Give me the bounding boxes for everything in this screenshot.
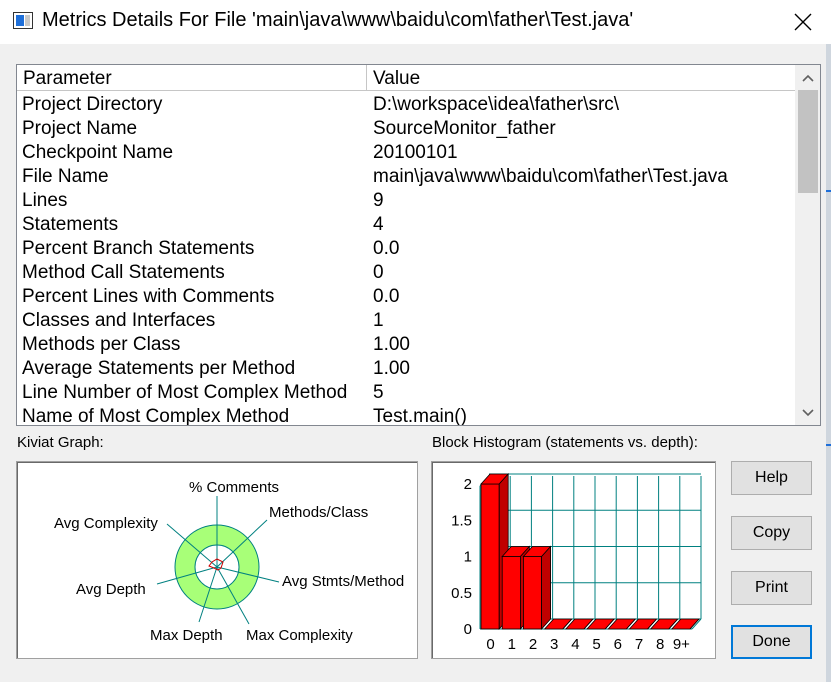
value-cell: 1.00: [373, 358, 410, 379]
value-cell: 0.0: [373, 286, 400, 307]
parameter-cell: File Name: [22, 166, 109, 187]
kiviat-axis-label-avg-complexity: Avg Complexity: [54, 515, 158, 532]
parameter-cell: Methods per Class: [22, 334, 181, 355]
histogram-chart: 00.511.520 1 2 3 4 5 6 7 8 9+: [451, 472, 702, 653]
y-tick-label: 1.5: [451, 512, 472, 529]
histogram-panel: 0 0.5 1 1.5 2 0 1 2 3 4 5 6 7 8 9+: [431, 461, 716, 659]
value-cell: Test.main(): [373, 406, 467, 426]
parameter-cell: Checkpoint Name: [22, 142, 174, 163]
metrics-table[interactable]: Parameter Value Project Directory D:\work…: [16, 64, 821, 426]
copy-button[interactable]: Copy: [731, 516, 812, 550]
table-row[interactable]: Methods per Class 1.00: [17, 333, 795, 357]
kiviat-graph: % Comments Methods/Class Avg Stmts/Metho…: [54, 479, 404, 644]
parameter-cell: Project Name: [22, 118, 138, 139]
table-row[interactable]: Statements 4: [17, 213, 795, 237]
y-tick-label: 0: [464, 621, 472, 638]
kiviat-axis-label-avg-stmts: Avg Stmts/Method: [282, 573, 404, 590]
value-cell: 0.0: [373, 238, 400, 259]
table-row[interactable]: Classes and Interfaces 1: [17, 309, 795, 333]
window-edge: [826, 44, 831, 682]
parameter-cell: Classes and Interfaces: [22, 310, 216, 331]
y-tick-label: 2: [464, 476, 472, 493]
close-icon: [794, 13, 812, 31]
kiviat-axis-label-max-depth: Max Depth: [150, 627, 223, 644]
kiviat-axis-label-max-complexity: Max Complexity: [246, 627, 353, 644]
x-tick-label: 9+: [673, 636, 690, 653]
value-cell: main\java\www\baidu\com\father\Test.java: [373, 166, 728, 187]
y-tick-label: 1: [464, 549, 472, 566]
parameter-cell: Lines: [22, 190, 68, 211]
kiviat-label: Kiviat Graph:: [17, 434, 104, 451]
x-tick-label: 4: [571, 636, 579, 653]
window-title: Metrics Details For File 'main\java\www\…: [42, 9, 634, 31]
table-row[interactable]: Percent Branch Statements 0.0: [17, 237, 795, 261]
x-tick-label: 0: [486, 636, 494, 653]
x-tick-label: 8: [656, 636, 664, 653]
value-cell: D:\workspace\idea\father\src\: [373, 94, 620, 115]
table-row[interactable]: Average Statements per Method 1.00: [17, 357, 795, 381]
x-tick-label: 1: [508, 636, 516, 653]
chevron-down-icon: [801, 408, 814, 416]
parameter-cell: Percent Branch Statements: [22, 238, 255, 259]
kiviat-axis-label-avg-depth: Avg Depth: [76, 581, 146, 598]
parameter-cell: Statements: [22, 214, 119, 235]
value-cell: 4: [373, 214, 384, 235]
column-header-value[interactable]: Value: [367, 65, 795, 90]
table-row[interactable]: Lines 9: [17, 189, 795, 213]
table-row[interactable]: Name of Most Complex Method Test.main(): [17, 405, 795, 426]
parameter-cell: Line Number of Most Complex Method: [22, 382, 348, 403]
histogram-bar: [522, 545, 552, 631]
kiviat-graph-panel: % Comments Methods/Class Avg Stmts/Metho…: [16, 461, 418, 659]
x-tick-label: 2: [529, 636, 537, 653]
parameter-cell: Name of Most Complex Method: [22, 406, 290, 426]
parameter-cell: Percent Lines with Comments: [22, 286, 275, 307]
print-button[interactable]: Print: [731, 571, 812, 605]
x-tick-label: 3: [550, 636, 558, 653]
kiviat-axis-label-comments: % Comments: [189, 479, 279, 496]
table-body: Project Directory D:\workspace\idea\fathe…: [17, 93, 795, 426]
parameter-cell: Project Directory: [22, 94, 163, 115]
value-cell: 1.00: [373, 334, 410, 355]
x-tick-label: 5: [592, 636, 600, 653]
x-tick-label: 7: [635, 636, 643, 653]
table-row[interactable]: Project Name SourceMonitor_father: [17, 117, 795, 141]
value-cell: 20100101: [373, 142, 458, 163]
kiviat-axis-label-methods-class: Methods/Class: [269, 504, 368, 521]
app-window-icon: [13, 12, 33, 29]
table-row[interactable]: Checkpoint Name 20100101: [17, 141, 795, 165]
table-row[interactable]: Method Call Statements 0: [17, 261, 795, 285]
close-button[interactable]: [775, 0, 831, 44]
histogram-label: Block Histogram (statements vs. depth):: [432, 434, 698, 451]
column-header-parameter[interactable]: Parameter: [17, 65, 367, 90]
table-row[interactable]: File Name main\java\www\baidu\com\father\…: [17, 165, 795, 189]
x-tick-label: 6: [614, 636, 622, 653]
parameter-cell: Average Statements per Method: [22, 358, 296, 379]
scroll-thumb[interactable]: [798, 90, 818, 193]
table-row[interactable]: Project Directory D:\workspace\idea\fathe…: [17, 93, 795, 117]
vertical-scrollbar[interactable]: [795, 65, 820, 425]
y-tick-label: 0.5: [451, 585, 472, 602]
scroll-down-button[interactable]: [795, 400, 820, 425]
table-header: Parameter Value: [17, 65, 795, 91]
value-cell: 5: [373, 382, 384, 403]
help-button[interactable]: Help: [731, 461, 812, 495]
scroll-up-button[interactable]: [795, 65, 820, 90]
parameter-cell: Method Call Statements: [22, 262, 225, 283]
done-button[interactable]: Done: [731, 625, 812, 659]
chevron-up-icon: [801, 74, 814, 82]
title-bar: Metrics Details For File 'main\java\www\…: [0, 0, 831, 44]
value-cell: 0: [373, 262, 384, 283]
value-cell: 9: [373, 190, 384, 211]
value-cell: 1: [373, 310, 384, 331]
value-cell: SourceMonitor_father: [373, 118, 556, 139]
table-row[interactable]: Line Number of Most Complex Method 5: [17, 381, 795, 405]
table-row[interactable]: Percent Lines with Comments 0.0: [17, 285, 795, 309]
